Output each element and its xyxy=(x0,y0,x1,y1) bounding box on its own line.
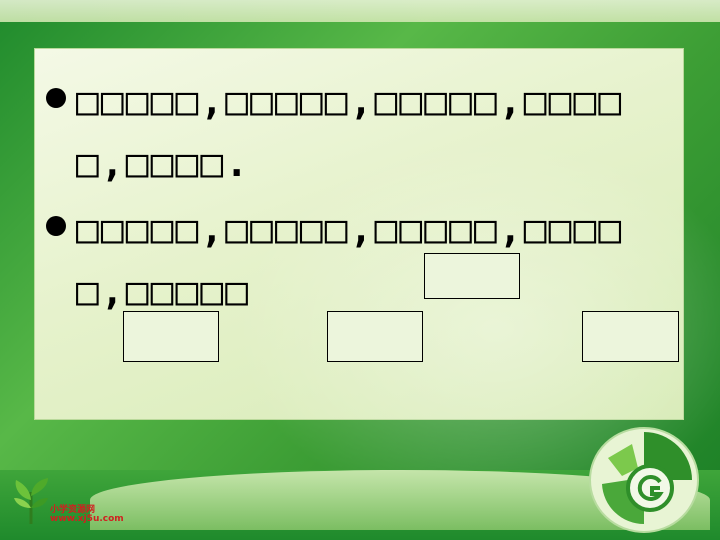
answer-box-4[interactable] xyxy=(582,311,679,362)
answer-box-1[interactable] xyxy=(424,253,520,299)
sprout-icon xyxy=(14,478,48,524)
bullet-dot-icon xyxy=(46,88,66,108)
bullet-dot-icon xyxy=(46,216,66,236)
bullet-text-2: □□□□□,□□□□□,□□□□□,□□□□□,□□□□□ xyxy=(76,207,624,313)
bullet-text-1: □□□□□,□□□□□,□□□□□,□□□□□,□□□□. xyxy=(76,79,624,185)
swirl-emblem-icon xyxy=(589,427,699,533)
answer-box-2[interactable] xyxy=(123,311,219,362)
site-logo: 小学资源网 www.xj5u.com xyxy=(10,478,124,528)
answer-box-3[interactable] xyxy=(327,311,423,362)
top-decor-bar xyxy=(0,0,720,22)
logo-url: www.xj5u.com xyxy=(50,514,124,524)
